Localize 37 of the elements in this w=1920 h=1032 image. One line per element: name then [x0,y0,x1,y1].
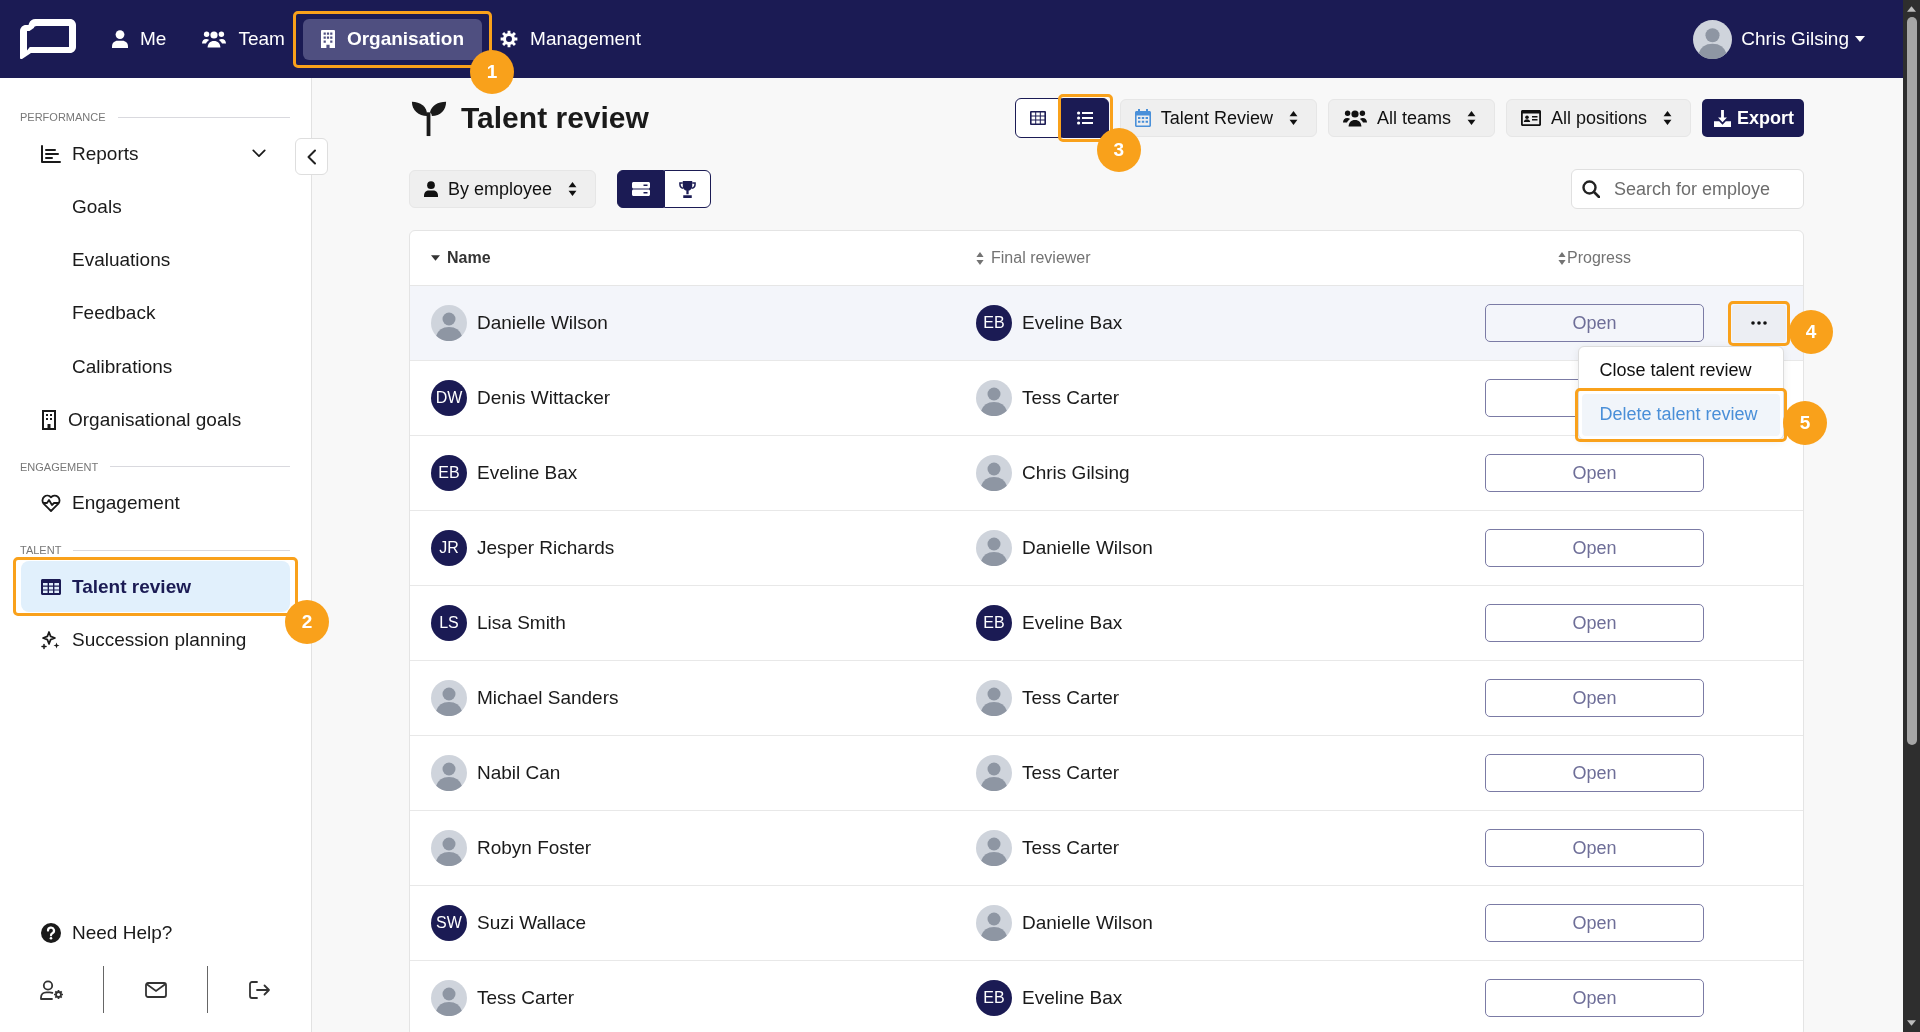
reviewer-name: Danielle Wilson [1022,912,1153,934]
reviewer-name: Danielle Wilson [1022,537,1153,559]
employee-name: Denis Wittacker [477,387,611,409]
section-heading: TALENT [20,543,62,558]
initials-avatar: EB [976,605,1012,641]
page-title: Talent review [461,101,649,135]
employee-name: Lisa Smith [477,612,566,634]
reviewer-name: Tess Carter [1022,687,1120,709]
initials-avatar: DW [431,380,467,416]
section-heading: ENGAGEMENT [20,459,99,474]
initials-avatar: EB [431,455,467,491]
employee-name: Eveline Bax [477,462,578,484]
employee-name: Tess Carter [477,987,575,1009]
section-heading: PERFORMANCE [20,110,106,124]
initials-avatar: SW [431,905,467,941]
employee-name: Michael Sanders [477,687,619,709]
reviewer-name: Tess Carter [1022,762,1120,784]
step-marker: 3 [1096,128,1141,172]
employee-name: Jesper Richards [477,537,615,559]
initials-avatar: LS [431,605,467,641]
reviewer-name: Tess Carter [1022,387,1120,409]
reviewer-name: Eveline Bax [1022,612,1123,634]
step-marker: 5 [1783,401,1827,445]
initials-avatar: JR [431,530,467,566]
step-marker: 2 [285,600,329,645]
employee-name: Suzi Wallace [477,912,587,934]
reviewer-name: Tess Carter [1022,837,1120,859]
step-marker: 4 [1789,309,1833,354]
initials-avatar: EB [976,305,1012,341]
reviewer-name: Chris Gilsing [1022,462,1130,484]
step-marker: 1 [470,49,515,94]
reviewer-name: Eveline Bax [1022,312,1123,334]
employee-name: Nabil Can [477,762,561,784]
reviewer-name: Eveline Bax [1022,987,1123,1009]
initials-avatar: EB [976,980,1012,1016]
employee-name: Robyn Foster [477,837,592,859]
employee-name: Danielle Wilson [477,312,608,334]
